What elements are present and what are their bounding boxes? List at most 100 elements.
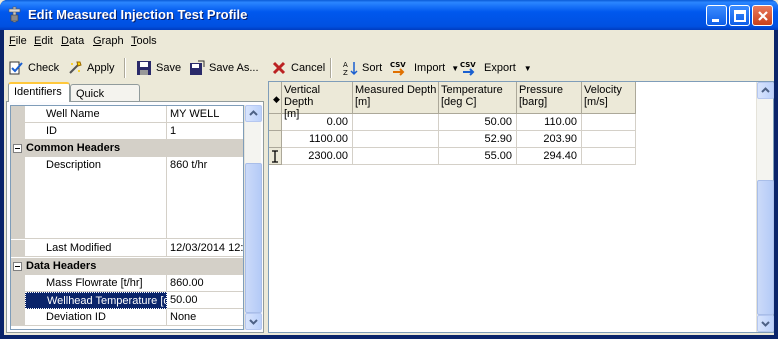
category-label: Data Headers: [26, 260, 97, 272]
cell-measured-depth[interactable]: [353, 114, 439, 131]
cell-pressure[interactable]: 294.40: [517, 148, 582, 165]
property-grid-scrollbar[interactable]: [244, 105, 262, 330]
property-name: Description: [25, 157, 167, 239]
property-value[interactable]: MY WELL: [168, 106, 243, 123]
left-panel: Identifiers Quick Graph Well Name MY WEL…: [6, 82, 264, 333]
property-name: ID: [25, 123, 167, 140]
import-dropdown-icon[interactable]: ▼: [451, 64, 459, 73]
cell-temperature[interactable]: 50.00: [439, 114, 517, 131]
cell-vertical-depth[interactable]: 2300.00: [282, 148, 353, 165]
scroll-up-button[interactable]: [757, 82, 774, 99]
cell-temperature[interactable]: 55.00: [439, 148, 517, 165]
save-icon: [137, 61, 151, 75]
import-button[interactable]: CSV Import ▼: [390, 60, 459, 76]
row-header[interactable]: [269, 114, 282, 131]
property-value[interactable]: None: [168, 309, 243, 326]
title-bar[interactable]: Edit Measured Injection Test Profile: [0, 0, 778, 30]
cell-velocity[interactable]: [582, 148, 636, 165]
collapse-icon[interactable]: [13, 262, 22, 271]
property-row-id[interactable]: ID 1: [11, 123, 243, 140]
cell-measured-depth[interactable]: [353, 148, 439, 165]
menu-bar: File Edit Data Graph Tools: [4, 32, 774, 50]
property-row-wellhead-temperature[interactable]: Wellhead Temperature [d 50.00: [11, 292, 243, 309]
property-name: Wellhead Temperature [d: [25, 292, 167, 309]
minimize-button[interactable]: [706, 5, 727, 26]
menu-edit[interactable]: Edit: [34, 35, 53, 47]
cell-vertical-depth[interactable]: 1100.00: [282, 131, 353, 148]
property-value[interactable]: 860 t/hr: [168, 157, 243, 239]
cancel-icon: [272, 61, 286, 75]
property-row-mass-flowrate[interactable]: Mass Flowrate [t/hr] 860.00: [11, 275, 243, 292]
menu-file[interactable]: File: [9, 35, 27, 47]
save-as-button[interactable]: Save As...: [189, 60, 259, 76]
select-all-cell[interactable]: ◆: [269, 82, 282, 114]
cell-velocity[interactable]: [582, 114, 636, 131]
check-button[interactable]: Check: [8, 60, 59, 76]
menu-graph[interactable]: Graph: [93, 35, 124, 47]
maximize-button[interactable]: [729, 5, 750, 26]
category-data-headers[interactable]: Data Headers: [11, 258, 243, 275]
column-header-temperature[interactable]: Temperature [deg C]: [439, 82, 517, 114]
property-name: Deviation ID: [25, 309, 167, 326]
sort-icon: AZ: [343, 61, 358, 76]
window-title: Edit Measured Injection Test Profile: [28, 7, 248, 22]
column-header-velocity[interactable]: Velocity [m/s]: [582, 82, 636, 114]
row-gutter: [11, 106, 25, 123]
svg-text:CSV: CSV: [460, 61, 476, 69]
client-area: File Edit Data Graph Tools Check Apply S…: [4, 30, 774, 335]
menu-data[interactable]: Data: [61, 35, 84, 47]
tab-identifiers[interactable]: Identifiers: [8, 82, 70, 102]
row-header[interactable]: [269, 131, 282, 148]
apply-button[interactable]: Apply: [67, 60, 115, 76]
cell-pressure[interactable]: 203.90: [517, 131, 582, 148]
property-value[interactable]: 860.00: [168, 275, 243, 292]
row-gutter: [11, 123, 25, 140]
cell-temperature[interactable]: 52.90: [439, 131, 517, 148]
scroll-down-button[interactable]: [245, 313, 262, 330]
row-gutter: [11, 292, 25, 309]
property-value[interactable]: 50.00: [168, 292, 243, 309]
row-gutter: [11, 309, 25, 326]
scroll-thumb[interactable]: [757, 180, 774, 315]
data-grid: ◆ Vertical Depth [m] Measured Depth [m] Te…: [268, 81, 774, 333]
tab-panel-identifiers: Well Name MY WELL ID 1 Common Headers De…: [6, 101, 264, 333]
cancel-button[interactable]: Cancel: [271, 60, 325, 76]
svg-text:Z: Z: [343, 69, 348, 76]
save-as-icon: [190, 60, 205, 75]
collapse-icon[interactable]: [13, 144, 22, 153]
property-name: Well Name: [25, 106, 167, 123]
app-icon: [6, 6, 23, 23]
scroll-down-button[interactable]: [757, 315, 774, 332]
cell-pressure[interactable]: 110.00: [517, 114, 582, 131]
category-common-headers[interactable]: Common Headers: [11, 140, 243, 157]
property-row-well-name[interactable]: Well Name MY WELL: [11, 106, 243, 123]
column-header-measured-depth[interactable]: Measured Depth [m]: [353, 82, 439, 114]
scroll-up-button[interactable]: [245, 105, 262, 122]
cell-velocity[interactable]: [582, 131, 636, 148]
property-grid: Well Name MY WELL ID 1 Common Headers De…: [10, 105, 244, 330]
column-header-pressure[interactable]: Pressure [barg]: [517, 82, 582, 114]
toolbar-separator: [330, 58, 332, 78]
row-header-editing[interactable]: [269, 148, 282, 165]
window: Edit Measured Injection Test Profile Fil…: [0, 0, 778, 339]
export-button[interactable]: CSV Export ▼: [460, 60, 532, 76]
cell-vertical-depth[interactable]: 0.00: [282, 114, 353, 131]
cell-measured-depth[interactable]: [353, 131, 439, 148]
export-dropdown-icon[interactable]: ▼: [524, 64, 532, 73]
property-name: Last Modified: [25, 240, 167, 257]
select-all-icon: ◆: [273, 94, 280, 104]
property-row-description[interactable]: Description 860 t/hr: [11, 157, 243, 239]
menu-tools[interactable]: Tools: [131, 35, 157, 47]
property-value[interactable]: 1: [168, 123, 243, 140]
column-header-vertical-depth[interactable]: Vertical Depth [m]: [282, 82, 353, 120]
tab-quick-graph[interactable]: Quick Graph: [70, 84, 140, 112]
close-button[interactable]: [752, 5, 773, 26]
property-row-deviation-id[interactable]: Deviation ID None: [11, 309, 243, 326]
sort-button[interactable]: AZ Sort: [342, 60, 382, 76]
row-gutter: [11, 240, 25, 257]
save-button[interactable]: Save: [136, 60, 181, 76]
data-grid-scrollbar[interactable]: [756, 82, 774, 332]
property-row-last-modified[interactable]: Last Modified 12/03/2014 12:: [11, 240, 243, 257]
scroll-thumb[interactable]: [245, 163, 262, 313]
property-value[interactable]: 12/03/2014 12:: [168, 240, 243, 257]
